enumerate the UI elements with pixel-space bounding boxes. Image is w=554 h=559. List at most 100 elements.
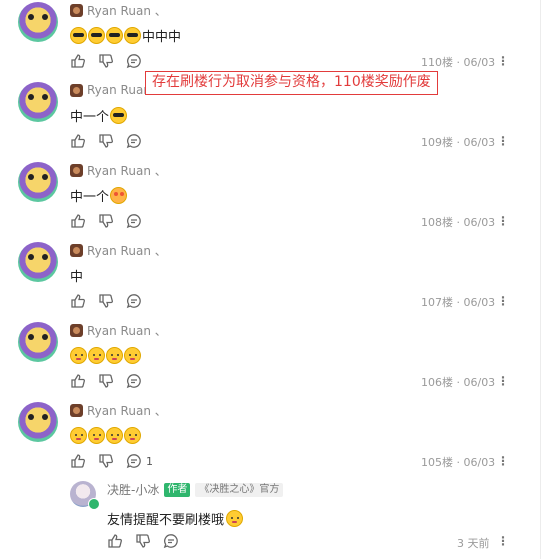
more-dots-icon[interactable]: ⋮ [497,374,509,388]
comment-item: Ryan Ruan 、 中中中 110楼 · 06/03 ⋮ [0,0,540,80]
sunglasses-emoji [106,26,123,44]
comment-item: Ryan Ruan 、 中 107楼 · 06/03 ⋮ [0,240,540,320]
comment-actions [70,213,142,229]
username-row: Ryan Ruan 、 [70,401,167,419]
comment-text: 中 [70,265,83,285]
thumbs-up-icon[interactable] [70,133,86,149]
username[interactable]: Ryan Ruan 、 [87,402,167,419]
blush-emoji [70,426,87,444]
author-tag: 作者 [164,482,191,497]
comment-icon[interactable] [163,533,179,549]
thumbs-down-icon[interactable] [98,373,114,389]
thumbs-down-icon[interactable] [98,213,114,229]
verified-badge-icon [88,498,100,510]
floor-date: 109楼 · 06/03 [421,136,496,149]
comment-text: 中一个 [70,105,128,125]
comment-text: 中中中 [70,25,181,45]
reply-item: 决胜-小冰 作者 《决胜之心》官方 友情提醒不要刷楼哦 3 天前 ⋮ [70,478,540,559]
comment-body: 中中中 [142,29,182,45]
thumbs-down-icon[interactable] [98,453,114,469]
avatar[interactable] [18,402,58,442]
more-dots-icon[interactable]: ⋮ [497,534,509,548]
user-icon [70,323,83,337]
thumbs-up-icon[interactable] [70,373,86,389]
user-icon [70,403,83,417]
comment-icon[interactable] [126,373,142,389]
comment-icon[interactable] [126,293,142,309]
moderation-annotation: 存在刷楼行为取消参与资格，110楼奖励作废 [145,71,438,95]
reply-username-row: 决胜-小冰 作者 《决胜之心》官方 [107,481,284,498]
user-icon [70,243,83,257]
username-row: Ryan Ruan 、 [70,1,167,19]
user-icon [70,83,83,97]
username[interactable]: Ryan Ruan [87,83,151,97]
avatar[interactable] [18,162,58,202]
scrollbar-track[interactable] [540,0,541,559]
avatar[interactable] [18,242,58,282]
sunglasses-emoji [70,26,87,44]
sunglasses-emoji [88,26,105,44]
comment-text [70,425,141,445]
username-row: Ryan Ruan 、 [70,321,167,339]
comment-actions [70,293,142,309]
comment-body: 中一个 [70,189,110,205]
comment-icon[interactable] [126,53,142,69]
comment-item: Ryan Ruan 、 中一个 108楼 · 06/03 ⋮ [0,160,540,240]
comment-icon[interactable] [126,213,142,229]
blush-emoji [106,346,123,364]
floor-date: 108楼 · 06/03 [421,216,496,229]
more-dots-icon[interactable]: ⋮ [497,454,509,468]
more-dots-icon[interactable]: ⋮ [497,54,509,68]
username-row: Ryan Ruan 、 [70,161,167,179]
comment-item: Ryan Ruan 、 106楼 · 06/03 ⋮ [0,320,540,400]
username[interactable]: Ryan Ruan 、 [87,162,167,179]
floor-date: 105楼 · 06/03 [421,456,496,469]
more-dots-icon[interactable]: ⋮ [497,134,509,148]
hug-emoji [226,510,244,527]
comment-body: 中 [70,269,84,285]
floor-date: 110楼 · 06/03 [421,56,496,69]
thumbs-up-icon[interactable] [70,453,86,469]
comment-text [70,345,141,365]
reply-text: 友情提醒不要刷楼哦 [107,509,244,528]
comment-icon[interactable] [126,133,142,149]
blush-emoji [88,426,105,444]
blush-emoji [70,346,87,364]
avatar[interactable] [18,2,58,42]
floor-date: 107楼 · 06/03 [421,296,496,309]
username[interactable]: Ryan Ruan 、 [87,2,167,19]
comment-actions [70,373,142,389]
sunglasses-emoji [124,26,141,44]
thumbs-down-icon[interactable] [135,533,151,549]
comment-item: Ryan Ruan 、 1 105楼 · 06/03 ⋮ [0,400,540,480]
reply-count: 1 [146,454,153,468]
thumbs-down-icon[interactable] [98,293,114,309]
comment-actions [70,133,142,149]
reply-body: 友情提醒不要刷楼哦 [107,513,225,528]
comment-body: 中一个 [70,109,110,125]
thumbs-up-icon[interactable] [70,53,86,69]
avatar[interactable] [18,82,58,122]
username[interactable]: Ryan Ruan 、 [87,242,167,259]
thumbs-down-icon[interactable] [98,53,114,69]
comment-icon[interactable] [126,453,142,469]
sunglasses-emoji [110,106,128,124]
reply-time: 3 天前 [457,537,490,550]
username-row: Ryan Ruan 、 [70,241,167,259]
avatar[interactable] [18,322,58,362]
blush-emoji [88,346,105,364]
thumbs-up-icon[interactable] [107,533,123,549]
user-icon [70,3,83,17]
official-tag: 《决胜之心》官方 [195,482,284,497]
blush-emoji [106,426,123,444]
more-dots-icon[interactable]: ⋮ [497,294,509,308]
thumbs-down-icon[interactable] [98,133,114,149]
floor-date: 106楼 · 06/03 [421,376,496,389]
thumbs-up-icon[interactable] [70,213,86,229]
username-row: Ryan Ruan [70,81,151,99]
more-dots-icon[interactable]: ⋮ [497,214,509,228]
reply-actions [107,533,179,549]
username[interactable]: Ryan Ruan 、 [87,322,167,339]
thumbs-up-icon[interactable] [70,293,86,309]
reply-username[interactable]: 决胜-小冰 [107,481,159,498]
